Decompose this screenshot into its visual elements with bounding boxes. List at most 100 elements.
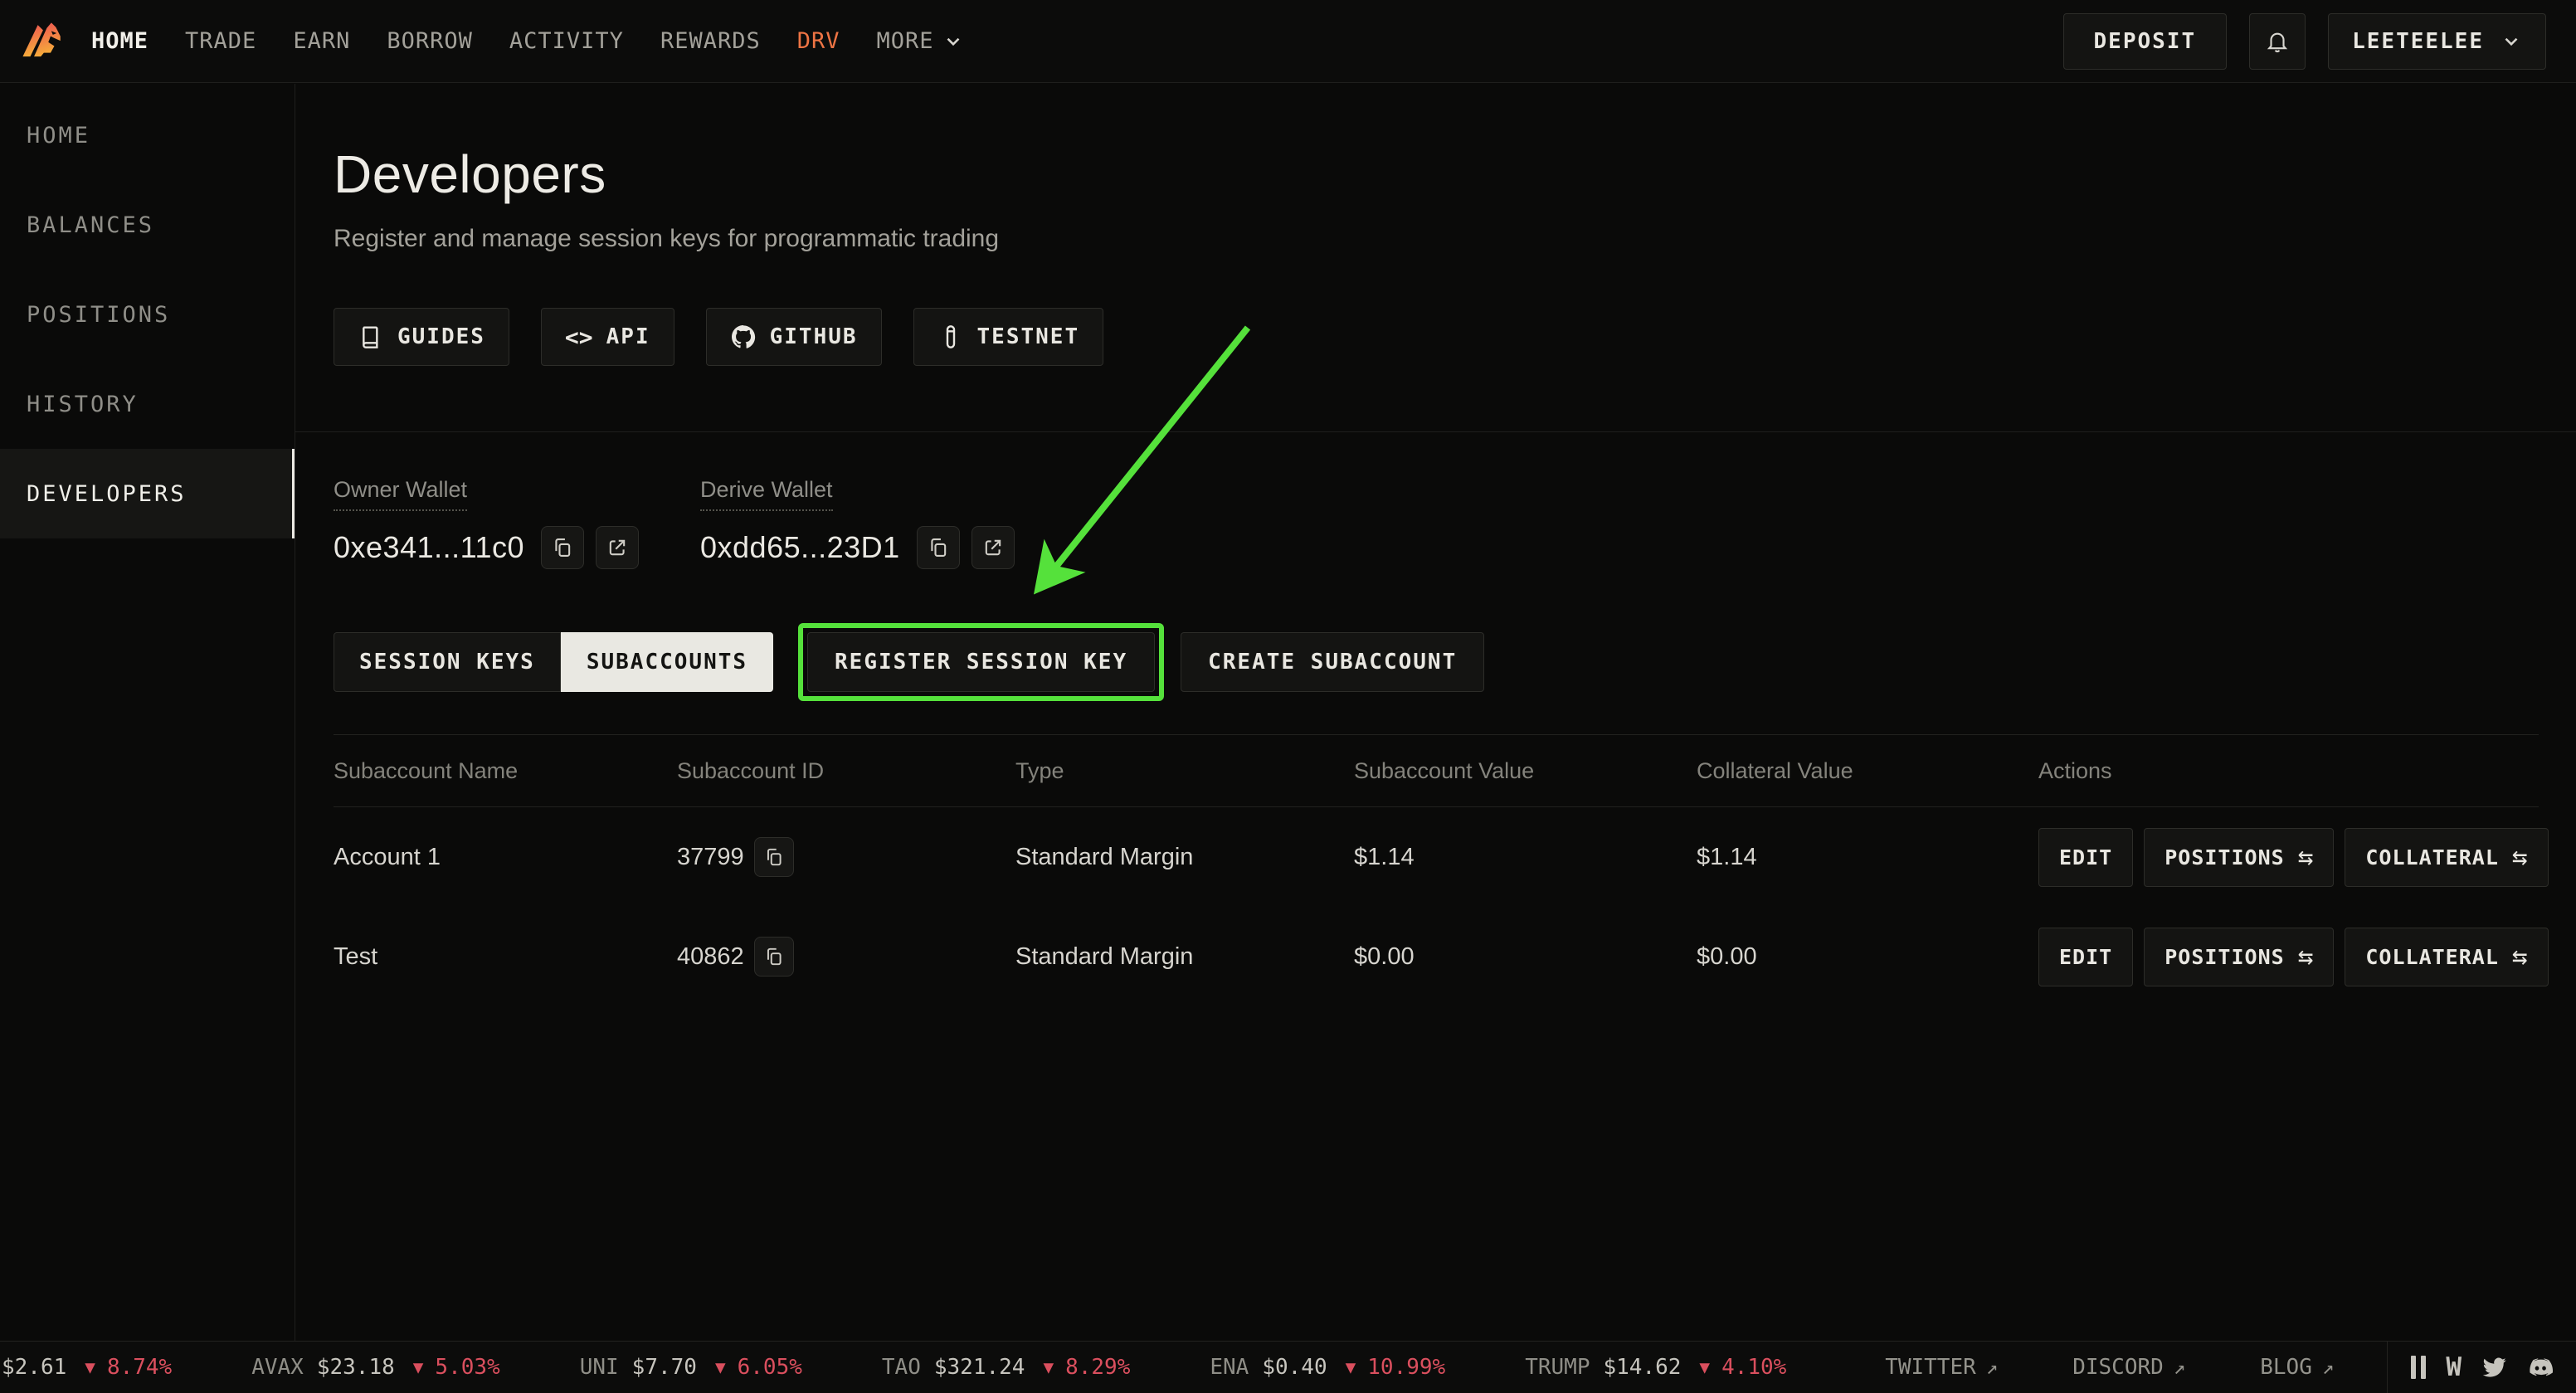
subaccount-type: Standard Margin [1015,844,1354,871]
sidebar-item-home[interactable]: HOME [0,90,295,180]
subaccount-id: 40862 [677,943,744,971]
col-subaccount-id: Subaccount ID [677,758,1015,784]
ticker-item[interactable]: TRUMP $14.62 ▼ 4.10% [1525,1355,1786,1380]
nav-item-borrow[interactable]: BORROW [387,28,473,54]
nav-item-activity[interactable]: ACTIVITY [509,28,624,54]
blog-link[interactable]: BLOG ↗ [2260,1355,2334,1380]
ticker-change: 6.05% [738,1355,802,1380]
owner-wallet-address: 0xe341...11c0 [334,530,524,565]
footer-links: TWITTER ↗ DISCORD ↗ BLOG ↗ [1885,1355,2334,1380]
nav-item-drv[interactable]: DRV [797,28,840,54]
ticker-symbol: AVAX [251,1355,304,1380]
wallets-section: Owner Wallet 0xe341...11c0 Der [334,477,1076,569]
pause-ticker-icon[interactable] [2411,1356,2426,1379]
sidebar-item-developers[interactable]: DEVELOPERS [0,449,295,538]
main-nav: HOME TRADE EARN BORROW ACTIVITY REWARDS … [91,28,964,54]
testnet-label: TESTNET [977,324,1080,349]
derive-wallet-label: Derive Wallet [700,477,833,511]
derive-wallet-copy-button[interactable] [917,526,960,569]
ticker-item[interactable]: UNI $7.70 ▼ 6.05% [580,1355,802,1380]
ticker-change: 4.10% [1721,1355,1786,1380]
edit-button[interactable]: EDIT [2038,928,2133,986]
subaccounts-table: Subaccount Name Subaccount ID Type Subac… [334,734,2539,1006]
register-session-key-button[interactable]: REGISTER SESSION KEY [807,632,1155,692]
subaccount-name: Account 1 [334,844,677,871]
transfer-icon: ⇆ [2298,845,2314,870]
copy-id-button[interactable] [754,937,794,977]
external-link-icon [606,536,629,559]
nav-item-more[interactable]: MORE [877,28,964,54]
copy-icon [927,536,950,559]
ticker-item[interactable]: ENA $0.40 ▼ 10.99% [1210,1355,1445,1380]
edit-button[interactable]: EDIT [2038,828,2133,887]
bell-icon [2265,29,2290,54]
nav-item-earn[interactable]: EARN [293,28,350,54]
api-button[interactable]: <> API [541,308,674,366]
github-icon [730,324,757,350]
nav-item-trade[interactable]: TRADE [185,28,256,54]
ticker-change: 8.74% [107,1355,172,1380]
github-button[interactable]: GITHUB [706,308,882,366]
sidebar-item-history[interactable]: HISTORY [0,359,295,449]
tab-subaccounts[interactable]: SUBACCOUNTS [561,632,773,692]
discord-link[interactable]: DISCORD ↗ [2072,1355,2185,1380]
table-header-row: Subaccount Name Subaccount ID Type Subac… [334,734,2539,807]
twitter-link-label: TWITTER [1885,1355,1976,1380]
footer-icons: W [2388,1352,2576,1382]
tab-session-keys[interactable]: SESSION KEYS [334,632,561,692]
external-arrow-icon: ↗ [2322,1356,2334,1379]
nav-item-home[interactable]: HOME [91,28,149,54]
ticker-symbol: TAO [882,1355,921,1380]
derive-logo-icon[interactable] [18,17,66,66]
view-tabs: SESSION KEYS SUBACCOUNTS [334,632,773,692]
testtube-icon [937,324,964,350]
twitter-icon[interactable] [2481,1355,2507,1381]
subaccount-value: $1.14 [1354,844,1697,871]
create-subaccount-button[interactable]: CREATE SUBACCOUNT [1181,632,1484,692]
sidebar: HOME BALANCES POSITIONS HISTORY DEVELOPE… [0,84,295,1341]
nav-item-rewards[interactable]: REWARDS [660,28,761,54]
derive-wallet-external-button[interactable] [971,526,1015,569]
subaccount-id: 37799 [677,844,744,871]
ticker-item[interactable]: TAO $321.24 ▼ 8.29% [882,1355,1130,1380]
ticker-symbol: TRUMP [1525,1355,1590,1380]
positions-button[interactable]: POSITIONS ⇆ [2144,928,2334,986]
twitter-link[interactable]: TWITTER ↗ [1885,1355,1998,1380]
positions-button[interactable]: POSITIONS ⇆ [2144,828,2334,887]
ticker-item[interactable]: $2.61 ▼ 8.74% [2,1355,172,1380]
collateral-button[interactable]: COLLATERAL ⇆ [2345,928,2548,986]
sidebar-item-balances[interactable]: BALANCES [0,180,295,270]
col-collateral-value: Collateral Value [1697,758,2038,784]
down-triangle-icon: ▼ [715,1357,726,1377]
col-subaccount-name: Subaccount Name [334,758,677,784]
collateral-label: COLLATERAL [2365,845,2499,869]
book-icon [358,324,384,350]
ticker-price: $2.61 [2,1355,66,1380]
resource-links: GUIDES <> API GITHUB TESTNET [334,308,1103,366]
transfer-icon: ⇆ [2298,944,2314,970]
warpcast-icon[interactable]: W [2446,1352,2462,1382]
subaccount-value: $0.00 [1354,943,1697,971]
table-row: Test 40862 Standard Margin $0.00 $0.00 E… [334,907,2539,1006]
derive-wallet-address: 0xdd65...23D1 [700,530,900,565]
ticker-symbol: ENA [1210,1355,1249,1380]
account-menu-button[interactable]: LEETEELEE [2328,13,2546,70]
ticker-item[interactable]: AVAX $23.18 ▼ 5.03% [251,1355,499,1380]
discord-icon[interactable] [2527,1355,2553,1381]
copy-id-button[interactable] [754,837,794,877]
deposit-button[interactable]: DEPOSIT [2063,13,2228,70]
page-title: Developers [334,144,606,205]
top-navbar: HOME TRADE EARN BORROW ACTIVITY REWARDS … [0,0,2576,83]
notifications-button[interactable] [2249,13,2306,70]
sidebar-item-positions[interactable]: POSITIONS [0,270,295,359]
ticker-symbol: UNI [580,1355,619,1380]
external-arrow-icon: ↗ [2174,1356,2185,1379]
collateral-button[interactable]: COLLATERAL ⇆ [2345,828,2548,887]
copy-icon [763,946,785,967]
subaccount-type: Standard Margin [1015,943,1354,971]
guides-button[interactable]: GUIDES [334,308,509,366]
owner-wallet-external-button[interactable] [596,526,639,569]
owner-wallet-copy-button[interactable] [541,526,584,569]
external-arrow-icon: ↗ [1986,1356,1998,1379]
testnet-button[interactable]: TESTNET [913,308,1104,366]
